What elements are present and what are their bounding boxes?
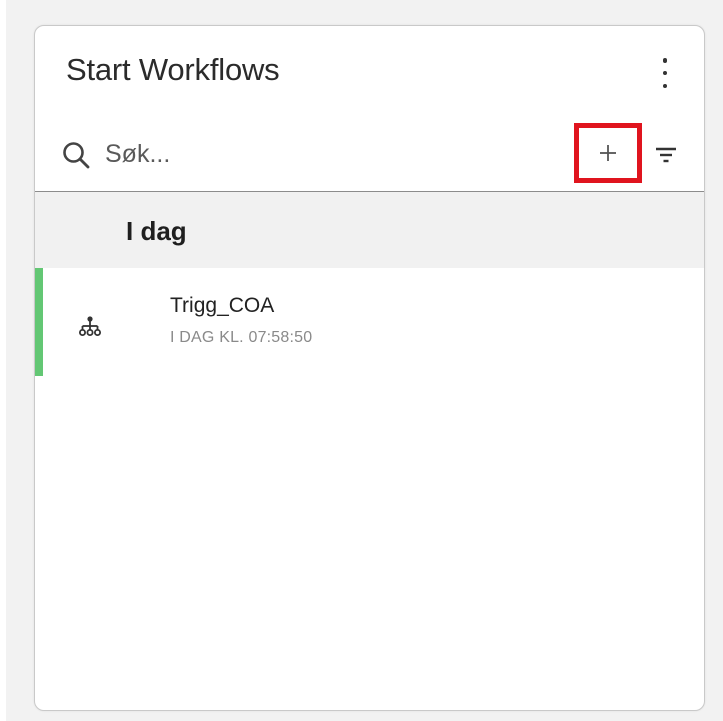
add-workflow-button[interactable] bbox=[574, 123, 642, 183]
group-label: I dag bbox=[126, 216, 187, 246]
filter-button[interactable] bbox=[651, 140, 681, 170]
page-background: Start Workflows Søk... I dag Trigg_COA I… bbox=[0, 0, 723, 721]
kebab-menu-icon[interactable] bbox=[658, 58, 672, 88]
search-icon bbox=[63, 142, 90, 169]
kebab-dot bbox=[662, 83, 668, 88]
group-header-today: I dag bbox=[35, 192, 704, 268]
left-edge-strip bbox=[0, 0, 6, 721]
workflow-hierarchy-icon bbox=[79, 316, 101, 336]
start-workflows-panel: Start Workflows Søk... I dag Trigg_COA I… bbox=[34, 25, 705, 711]
filter-icon bbox=[656, 147, 676, 163]
kebab-dot bbox=[662, 70, 668, 76]
status-indicator bbox=[35, 268, 43, 376]
search-input[interactable] bbox=[105, 136, 505, 172]
search-bar bbox=[35, 118, 704, 192]
workflow-list-item[interactable]: Trigg_COA I DAG KL. 07:58:50 bbox=[35, 268, 704, 376]
plus-icon bbox=[600, 145, 616, 161]
panel-title: Start Workflows bbox=[66, 52, 280, 87]
panel-header: Start Workflows bbox=[35, 26, 704, 118]
kebab-dot bbox=[662, 58, 668, 63]
workflow-timestamp: I DAG KL. 07:58:50 bbox=[170, 329, 313, 346]
workflow-name: Trigg_COA bbox=[170, 294, 275, 317]
